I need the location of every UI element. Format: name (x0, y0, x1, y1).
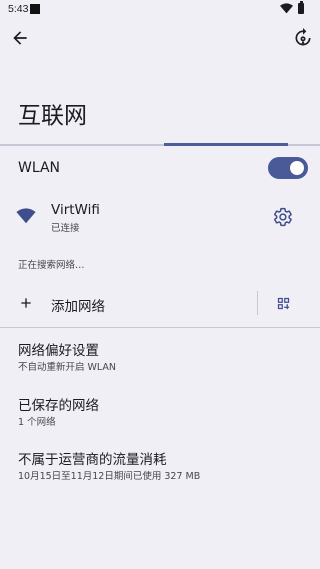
add-network-label: 添加网络 (51, 299, 105, 315)
wifi-icon (280, 3, 293, 14)
network-preferences-item[interactable]: 网络偏好设置 不自动重新开启 WLAN (0, 339, 320, 379)
network-name: VirtWifi (51, 202, 100, 218)
pref-summary: 10月15日至11月12日期间已使用 327 MB (18, 471, 201, 482)
network-status: 已连接 (51, 223, 80, 234)
pref-summary: 不自动重新开启 WLAN (18, 362, 117, 373)
section-divider (0, 327, 320, 328)
status-time: 5:43 (8, 3, 29, 15)
battery-icon (298, 1, 304, 14)
wlan-switch[interactable] (268, 157, 308, 179)
wlan-toggle-row[interactable]: WLAN (0, 150, 320, 186)
add-network-row[interactable]: 添加网络 (0, 287, 320, 321)
qr-scan-icon[interactable] (276, 296, 291, 311)
plus-icon (21, 298, 31, 308)
help-feedback-icon[interactable] (292, 28, 314, 48)
page-title: 互联网 (18, 103, 87, 129)
non-carrier-data-usage-item[interactable]: 不属于运营商的流量消耗 10月15日至11月12日期间已使用 327 MB (0, 448, 320, 488)
saved-networks-item[interactable]: 已保存的网络 1 个网络 (0, 394, 320, 434)
network-item-virtwifi[interactable]: VirtWifi 已连接 (0, 196, 320, 240)
wifi-signal-icon (16, 208, 36, 224)
vertical-divider (257, 291, 258, 315)
arrow-back-icon[interactable] (10, 28, 30, 48)
scan-status-text: 正在搜索网络… (18, 260, 85, 271)
pref-title: 网络偏好设置 (18, 343, 99, 359)
pref-summary: 1 个网络 (18, 417, 56, 428)
pref-title: 不属于运营商的流量消耗 (18, 452, 167, 468)
status-bar: 5:43 (0, 0, 320, 20)
pref-title: 已保存的网络 (18, 398, 99, 414)
notification-icon (30, 4, 40, 14)
switch-knob (290, 161, 304, 175)
scan-progress-indicator (164, 143, 288, 146)
wlan-label: WLAN (18, 160, 61, 176)
gear-icon[interactable] (273, 207, 293, 227)
